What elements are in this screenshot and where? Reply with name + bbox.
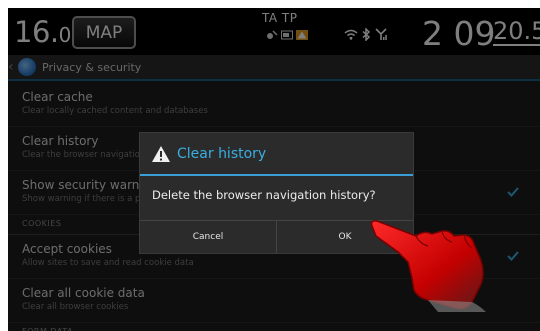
warning-icon: [152, 145, 170, 162]
pointing-hand-icon: [370, 220, 486, 312]
dialog-title: Clear history: [177, 145, 267, 162]
dialog-header: Clear history: [140, 133, 413, 176]
dialog-message: Delete the browser navigation history?: [152, 188, 376, 202]
screen: 16.0 MAP TA TP: [8, 8, 540, 331]
cancel-button[interactable]: Cancel: [140, 221, 276, 253]
